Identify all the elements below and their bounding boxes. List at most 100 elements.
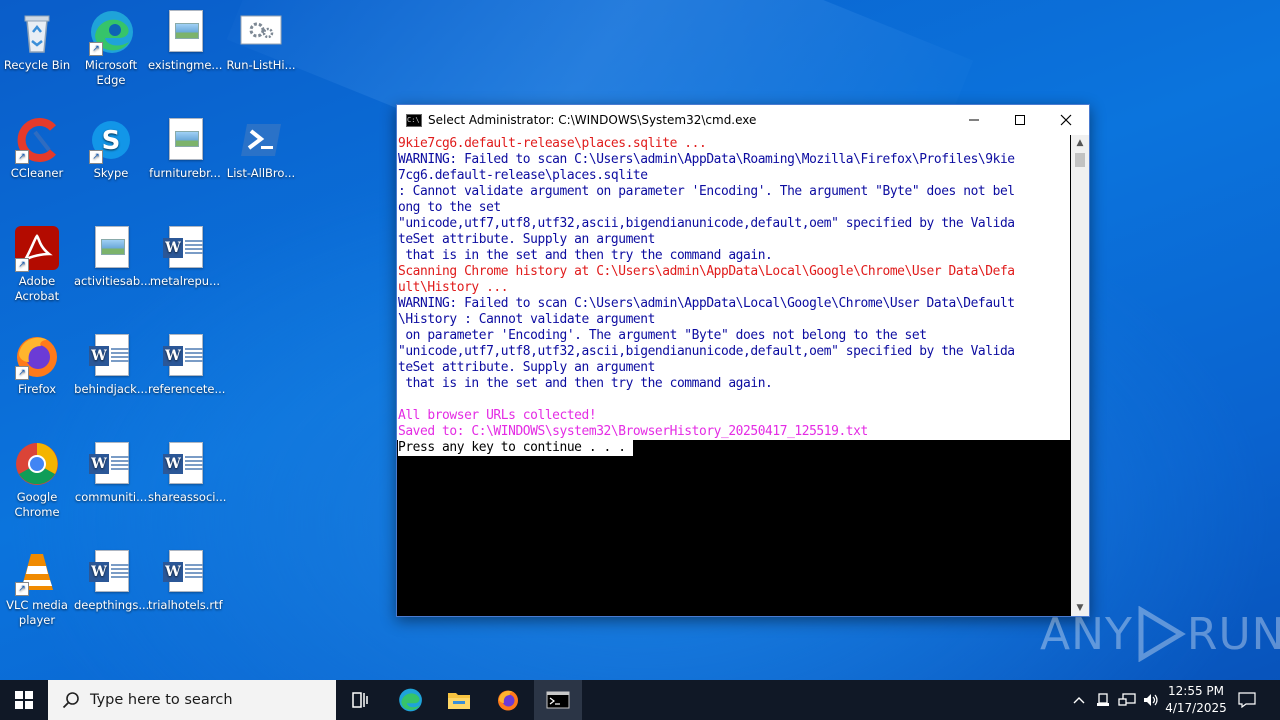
cmd-titlebar[interactable]: C:\ Select Administrator: C:\WINDOWS\Sys…: [397, 105, 1089, 135]
image-file-icon: [161, 116, 209, 164]
network-button[interactable]: [1116, 680, 1138, 720]
tray-device-button[interactable]: [1092, 680, 1114, 720]
desktop-icon-activitiesab[interactable]: activitiesab...: [74, 224, 152, 289]
minimize-button[interactable]: [951, 105, 997, 135]
play-logo-icon: [1138, 606, 1186, 662]
script-settings-icon: [237, 8, 285, 56]
taskbar-cmd[interactable]: [534, 680, 582, 720]
anyrun-watermark: ANY RUN: [1040, 606, 1280, 662]
shortcut-arrow-icon: ↗: [89, 150, 103, 164]
maximize-button[interactable]: [997, 105, 1043, 135]
console-line: 7cg6.default-release\places.sqlite: [398, 168, 648, 183]
minimize-icon: [969, 119, 979, 121]
console-line: ult\History ...: [398, 280, 509, 295]
icon-label: referencete...: [148, 382, 226, 396]
shortcut-arrow-icon: ↗: [15, 150, 29, 164]
icon-label: communiti...: [74, 490, 148, 504]
desktop-icon-trialhotels[interactable]: W trialhotels.rtf: [148, 548, 223, 613]
window-title: Select Administrator: C:\WINDOWS\System3…: [428, 113, 757, 127]
maximize-icon: [1015, 115, 1025, 125]
desktop-icon-existingme[interactable]: existingme...: [148, 8, 222, 73]
console-line: All browser URLs collected!: [398, 408, 597, 423]
icon-label: VLC media player: [6, 598, 68, 627]
desktop-icon-referencete[interactable]: W referencete...: [148, 332, 226, 397]
desktop-icon-google-chrome[interactable]: Google Chrome: [0, 440, 74, 520]
start-icon: [15, 691, 33, 709]
action-center-icon: [1238, 692, 1256, 708]
desktop-icon-vlc[interactable]: ↗ VLC media player: [0, 548, 74, 628]
shortcut-arrow-icon: ↗: [89, 42, 103, 56]
search-icon: [62, 692, 79, 709]
watermark-text-left: ANY: [1040, 608, 1133, 660]
image-file-icon: [161, 8, 209, 56]
icon-label: Run-ListHi...: [226, 58, 296, 72]
shortcut-arrow-icon: ↗: [15, 258, 29, 272]
cmd-window[interactable]: C:\ Select Administrator: C:\WINDOWS\Sys…: [396, 104, 1090, 617]
skype-icon: S ↗: [87, 116, 135, 164]
edge-icon: [399, 688, 422, 712]
close-icon: [1060, 114, 1072, 126]
firefox-icon: [498, 690, 518, 711]
show-hidden-icons-button[interactable]: [1068, 680, 1090, 720]
icon-label: activitiesab...: [74, 274, 152, 288]
desktop-icon-adobe-acrobat[interactable]: ↗ Adobe Acrobat: [0, 224, 74, 304]
console-line: Scanning Chrome history at C:\Users\admi…: [398, 264, 1015, 279]
taskbar-clock[interactable]: 12:55 PM 4/17/2025: [1158, 680, 1234, 720]
icon-label: Firefox: [17, 382, 57, 396]
desktop-icon-list-allbro[interactable]: List-AllBro...: [224, 116, 298, 181]
start-button[interactable]: [0, 680, 48, 720]
usb-device-icon: [1097, 693, 1109, 706]
scroll-up-icon[interactable]: ▲: [1071, 135, 1089, 151]
desktop-icon-ccleaner[interactable]: ↗ CCleaner: [0, 116, 74, 181]
word-document-icon: W: [161, 332, 209, 380]
task-view-button[interactable]: [336, 680, 384, 720]
close-button[interactable]: [1043, 105, 1089, 135]
cmd-app-icon: C:\: [406, 113, 422, 127]
desktop-icon-furniturebr[interactable]: furniturebr...: [148, 116, 222, 181]
notifications-button[interactable]: [1232, 680, 1262, 720]
desktop-icon-communiti[interactable]: W communiti...: [74, 440, 148, 505]
desktop-icon-shareassoci[interactable]: W shareassoci...: [148, 440, 227, 505]
acrobat-icon: ↗: [13, 224, 61, 272]
desktop-icon-edge[interactable]: ↗ Microsoft Edge: [74, 8, 148, 88]
clock-time: 12:55 PM: [1168, 684, 1224, 698]
icon-label: Recycle Bin: [3, 58, 71, 72]
recycle-bin-icon: [13, 8, 61, 56]
image-file-icon: [87, 224, 135, 272]
console-output[interactable]: 9kie7cg6.default-release\places.sqlite .…: [397, 135, 1070, 616]
taskbar-file-explorer[interactable]: [435, 680, 483, 720]
desktop-icon-recycle-bin[interactable]: Recycle Bin: [0, 8, 74, 73]
console-line: teSet attribute. Supply an argument: [398, 360, 655, 375]
desktop-icon-run-listhi[interactable]: Run-ListHi...: [224, 8, 298, 73]
icon-label: deepthings...: [74, 598, 150, 612]
network-icon: [1118, 693, 1136, 706]
icon-label: List-AllBro...: [226, 166, 296, 180]
desktop-icon-deepthings[interactable]: W deepthings...: [74, 548, 150, 613]
console-line: "unicode,utf7,utf8,utf32,ascii,bigendian…: [398, 344, 1015, 359]
vlc-icon: ↗: [13, 548, 61, 596]
desktop-icon-firefox[interactable]: ↗ Firefox: [0, 332, 74, 397]
taskbar-firefox[interactable]: [484, 680, 532, 720]
desktop-icon-metalrepu[interactable]: W metalrepu...: [148, 224, 222, 289]
console-line: WARNING: Failed to scan C:\Users\admin\A…: [398, 152, 1015, 167]
word-document-icon: W: [161, 440, 209, 488]
console-line: WARNING: Failed to scan C:\Users\admin\A…: [398, 296, 1015, 311]
console-line: teSet attribute. Supply an argument: [398, 232, 655, 247]
powershell-icon: [237, 116, 285, 164]
vertical-scrollbar[interactable]: ▲ ▼: [1071, 135, 1089, 616]
desktop-icon-skype[interactable]: S ↗ Skype: [74, 116, 148, 181]
word-document-icon: W: [87, 548, 135, 596]
icon-label: trialhotels.rtf: [148, 598, 223, 612]
file-explorer-icon: [448, 693, 470, 709]
taskbar-edge[interactable]: [386, 680, 434, 720]
console-line: that is in the set and then try the comm…: [398, 376, 773, 391]
firefox-icon: ↗: [13, 332, 61, 380]
icon-label: shareassoci...: [148, 490, 227, 504]
scroll-thumb[interactable]: [1075, 153, 1085, 167]
search-placeholder: Type here to search: [90, 692, 233, 708]
icon-label: CCleaner: [10, 166, 64, 180]
cmd-icon: [546, 691, 570, 709]
desktop-icon-behindjack[interactable]: W behindjack...: [74, 332, 148, 397]
word-document-icon: W: [161, 224, 209, 272]
taskbar-search-box[interactable]: Type here to search: [48, 680, 336, 720]
